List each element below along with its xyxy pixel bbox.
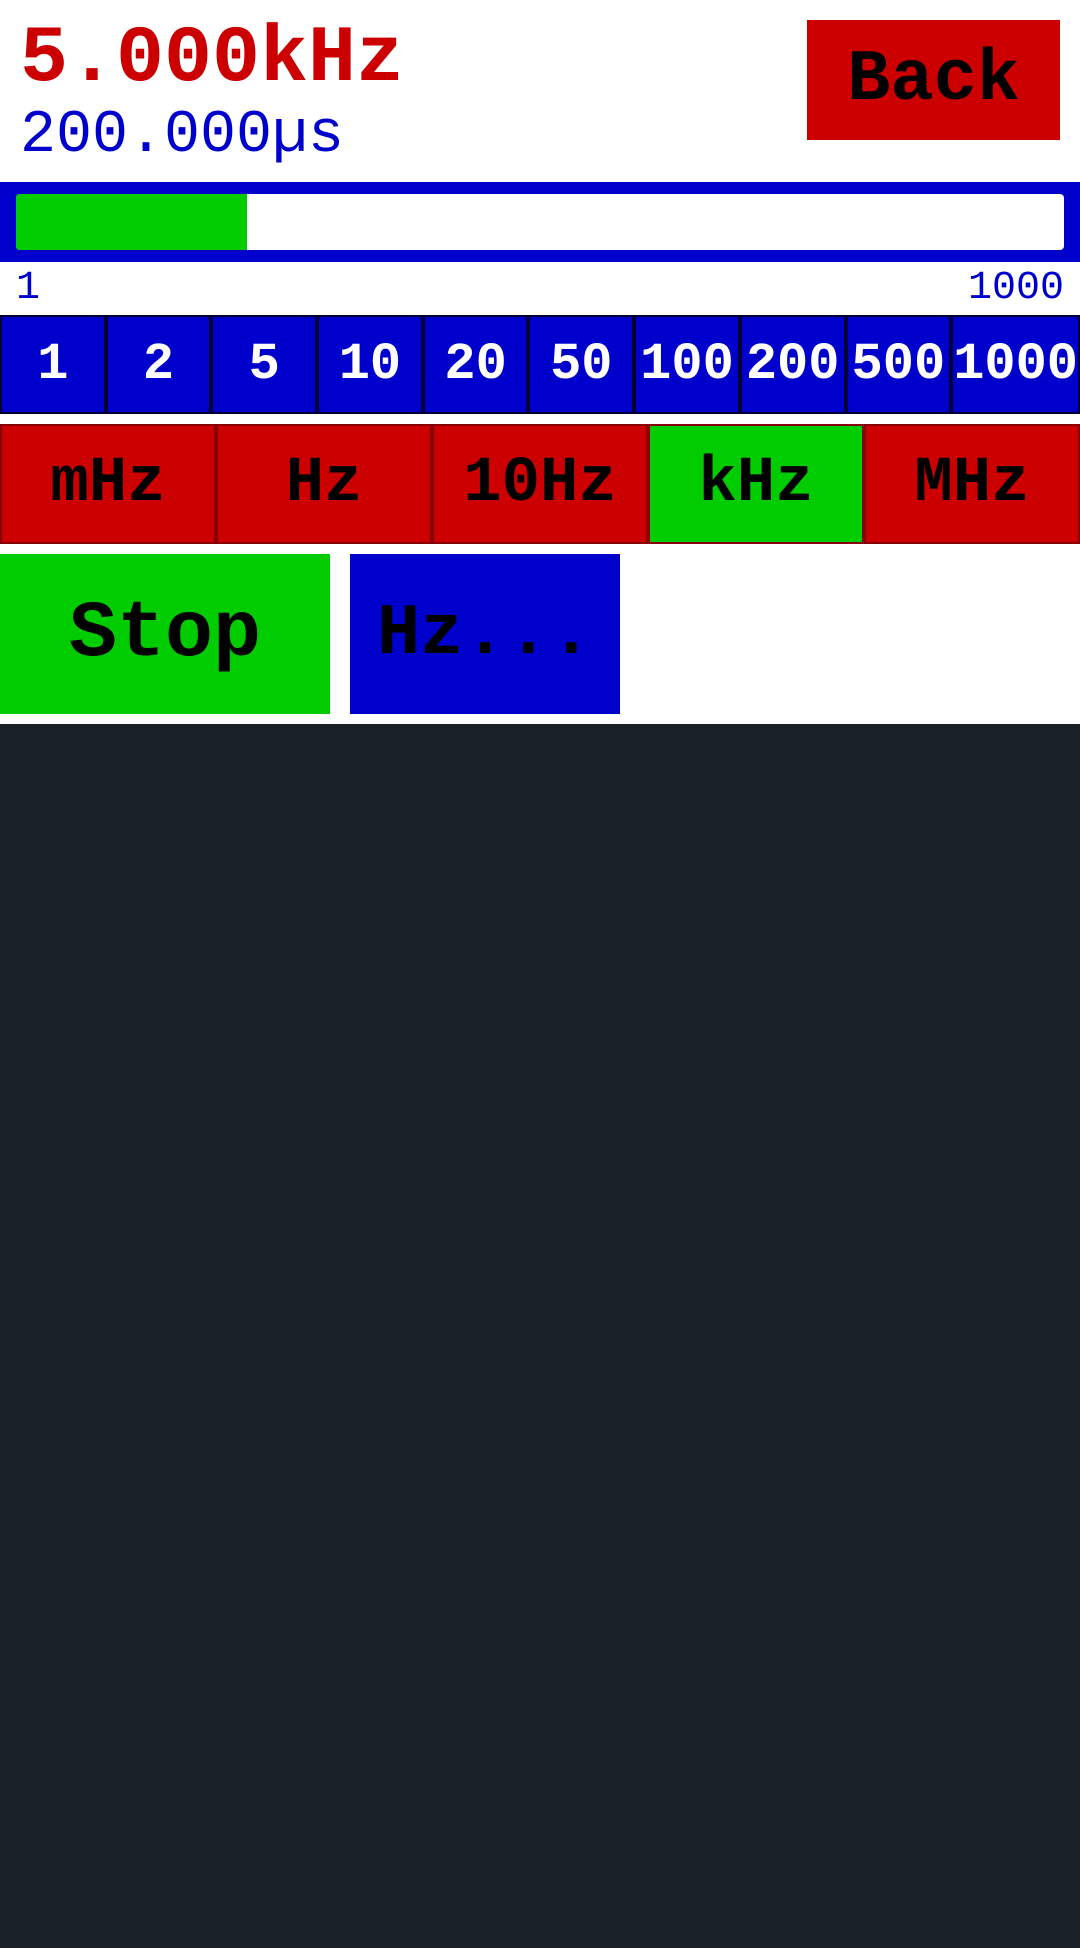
multiplier-btn-5[interactable]: 5 bbox=[211, 315, 317, 414]
multiplier-btn-100[interactable]: 100 bbox=[634, 315, 740, 414]
range-max-label: 1000 bbox=[968, 266, 1064, 311]
unit-btn-mhz[interactable]: MHz bbox=[864, 424, 1080, 544]
multiplier-btn-1000[interactable]: 1000 bbox=[951, 315, 1080, 414]
progress-bar-track[interactable] bbox=[16, 194, 1064, 250]
multiplier-btn-20[interactable]: 20 bbox=[423, 315, 529, 414]
action-buttons-row: Stop Hz... bbox=[0, 554, 1080, 724]
period-value: 200.000µs bbox=[20, 100, 344, 172]
multiplier-btn-10[interactable]: 10 bbox=[317, 315, 423, 414]
unit-btn-mhz[interactable]: mHz bbox=[0, 424, 216, 544]
frequency-display: 5.000kHz 200.000µs bbox=[20, 20, 404, 172]
multiplier-btn-2[interactable]: 2 bbox=[106, 315, 212, 414]
multiplier-btn-1[interactable]: 1 bbox=[0, 315, 106, 414]
unit-btn-10hz[interactable]: 10Hz bbox=[432, 424, 648, 544]
unit-buttons-row: mHzHz10HzkHzMHz bbox=[0, 424, 1080, 544]
unit-btn-hz[interactable]: Hz bbox=[216, 424, 432, 544]
multiplier-btn-50[interactable]: 50 bbox=[528, 315, 634, 414]
bottom-empty-area bbox=[0, 724, 1080, 1944]
multiplier-btn-500[interactable]: 500 bbox=[846, 315, 952, 414]
stop-button[interactable]: Stop bbox=[0, 554, 330, 714]
range-min-label: 1 bbox=[16, 266, 40, 311]
unit-btn-khz[interactable]: kHz bbox=[648, 424, 864, 544]
frequency-value: 5.000kHz bbox=[20, 20, 404, 100]
progress-bar-container bbox=[0, 182, 1080, 262]
range-labels: 1 1000 bbox=[0, 262, 1080, 315]
top-section: 5.000kHz 200.000µs Back 1 1000 125102050… bbox=[0, 0, 1080, 724]
hz-input-button[interactable]: Hz... bbox=[350, 554, 620, 714]
multiplier-buttons-row: 1251020501002005001000 bbox=[0, 315, 1080, 414]
multiplier-btn-200[interactable]: 200 bbox=[740, 315, 846, 414]
progress-bar-fill bbox=[16, 194, 247, 250]
back-button[interactable]: Back bbox=[807, 20, 1060, 140]
header-row: 5.000kHz 200.000µs Back bbox=[0, 10, 1080, 172]
